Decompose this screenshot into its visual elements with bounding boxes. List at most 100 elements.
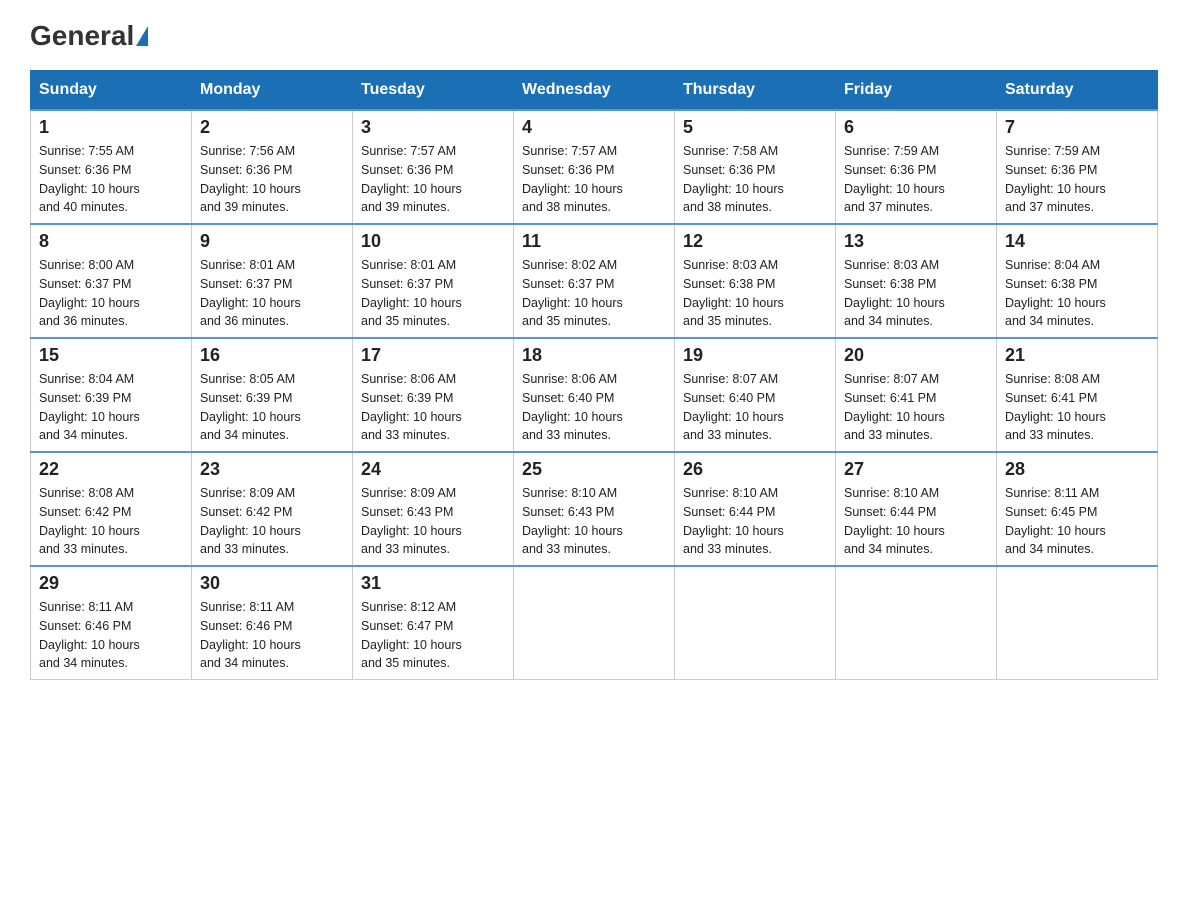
day-cell-18: 18 Sunrise: 8:06 AMSunset: 6:40 PMDayligh… bbox=[514, 338, 675, 452]
day-info: Sunrise: 8:01 AMSunset: 6:37 PMDaylight:… bbox=[200, 256, 344, 331]
day-number: 31 bbox=[361, 573, 505, 594]
header-monday: Monday bbox=[192, 71, 353, 111]
header-thursday: Thursday bbox=[675, 71, 836, 111]
day-number: 1 bbox=[39, 117, 183, 138]
day-number: 4 bbox=[522, 117, 666, 138]
day-info: Sunrise: 8:10 AMSunset: 6:44 PMDaylight:… bbox=[844, 484, 988, 559]
week-row-2: 8 Sunrise: 8:00 AMSunset: 6:37 PMDaylight… bbox=[31, 224, 1158, 338]
day-info: Sunrise: 8:04 AMSunset: 6:39 PMDaylight:… bbox=[39, 370, 183, 445]
day-cell-12: 12Sunrise: 8:03 AMSunset: 6:38 PMDayligh… bbox=[675, 224, 836, 338]
day-info: Sunrise: 7:59 AMSunset: 6:36 PMDaylight:… bbox=[844, 142, 988, 217]
day-cell-31: 31 Sunrise: 8:12 AMSunset: 6:47 PMDayligh… bbox=[353, 566, 514, 680]
logo: General bbox=[30, 20, 150, 50]
calendar-table: SundayMondayTuesdayWednesdayThursdayFrid… bbox=[30, 70, 1158, 680]
header-tuesday: Tuesday bbox=[353, 71, 514, 111]
day-cell-20: 20 Sunrise: 8:07 AMSunset: 6:41 PMDayligh… bbox=[836, 338, 997, 452]
day-cell-4: 4 Sunrise: 7:57 AMSunset: 6:36 PMDaylight… bbox=[514, 110, 675, 224]
day-number: 29 bbox=[39, 573, 183, 594]
week-row-3: 15 Sunrise: 8:04 AMSunset: 6:39 PMDayligh… bbox=[31, 338, 1158, 452]
day-number: 6 bbox=[844, 117, 988, 138]
page-header: General bbox=[30, 20, 1158, 50]
day-number: 10 bbox=[361, 231, 505, 252]
logo-triangle-icon bbox=[136, 26, 148, 46]
day-number: 19 bbox=[683, 345, 827, 366]
day-info: Sunrise: 7:56 AMSunset: 6:36 PMDaylight:… bbox=[200, 142, 344, 217]
day-cell-21: 21 Sunrise: 8:08 AMSunset: 6:41 PMDayligh… bbox=[997, 338, 1158, 452]
empty-cell bbox=[997, 566, 1158, 680]
day-number: 20 bbox=[844, 345, 988, 366]
day-number: 23 bbox=[200, 459, 344, 480]
day-cell-3: 3 Sunrise: 7:57 AMSunset: 6:36 PMDaylight… bbox=[353, 110, 514, 224]
day-number: 24 bbox=[361, 459, 505, 480]
day-number: 15 bbox=[39, 345, 183, 366]
day-number: 17 bbox=[361, 345, 505, 366]
day-cell-9: 9 Sunrise: 8:01 AMSunset: 6:37 PMDaylight… bbox=[192, 224, 353, 338]
day-cell-1: 1 Sunrise: 7:55 AMSunset: 6:36 PMDaylight… bbox=[31, 110, 192, 224]
day-number: 21 bbox=[1005, 345, 1149, 366]
empty-cell bbox=[836, 566, 997, 680]
day-number: 9 bbox=[200, 231, 344, 252]
day-number: 3 bbox=[361, 117, 505, 138]
day-cell-2: 2Sunrise: 7:56 AMSunset: 6:36 PMDaylight… bbox=[192, 110, 353, 224]
week-row-5: 29 Sunrise: 8:11 AMSunset: 6:46 PMDayligh… bbox=[31, 566, 1158, 680]
day-cell-7: 7Sunrise: 7:59 AMSunset: 6:36 PMDaylight… bbox=[997, 110, 1158, 224]
day-info: Sunrise: 8:08 AMSunset: 6:42 PMDaylight:… bbox=[39, 484, 183, 559]
day-info: Sunrise: 7:57 AMSunset: 6:36 PMDaylight:… bbox=[361, 142, 505, 217]
day-number: 11 bbox=[522, 231, 666, 252]
day-number: 26 bbox=[683, 459, 827, 480]
day-cell-25: 25Sunrise: 8:10 AMSunset: 6:43 PMDayligh… bbox=[514, 452, 675, 566]
logo-general-text: General bbox=[30, 20, 134, 52]
day-cell-10: 10 Sunrise: 8:01 AMSunset: 6:37 PMDayligh… bbox=[353, 224, 514, 338]
header-sunday: Sunday bbox=[31, 71, 192, 111]
calendar-header-row: SundayMondayTuesdayWednesdayThursdayFrid… bbox=[31, 71, 1158, 111]
day-number: 14 bbox=[1005, 231, 1149, 252]
day-info: Sunrise: 8:10 AMSunset: 6:43 PMDaylight:… bbox=[522, 484, 666, 559]
day-info: Sunrise: 8:05 AMSunset: 6:39 PMDaylight:… bbox=[200, 370, 344, 445]
day-info: Sunrise: 8:11 AMSunset: 6:46 PMDaylight:… bbox=[200, 598, 344, 673]
day-info: Sunrise: 8:12 AMSunset: 6:47 PMDaylight:… bbox=[361, 598, 505, 673]
day-info: Sunrise: 8:06 AMSunset: 6:40 PMDaylight:… bbox=[522, 370, 666, 445]
day-cell-23: 23Sunrise: 8:09 AMSunset: 6:42 PMDayligh… bbox=[192, 452, 353, 566]
day-cell-27: 27Sunrise: 8:10 AMSunset: 6:44 PMDayligh… bbox=[836, 452, 997, 566]
empty-cell bbox=[514, 566, 675, 680]
day-number: 13 bbox=[844, 231, 988, 252]
day-cell-29: 29 Sunrise: 8:11 AMSunset: 6:46 PMDayligh… bbox=[31, 566, 192, 680]
day-cell-17: 17 Sunrise: 8:06 AMSunset: 6:39 PMDayligh… bbox=[353, 338, 514, 452]
day-cell-30: 30Sunrise: 8:11 AMSunset: 6:46 PMDayligh… bbox=[192, 566, 353, 680]
day-info: Sunrise: 8:10 AMSunset: 6:44 PMDaylight:… bbox=[683, 484, 827, 559]
day-number: 22 bbox=[39, 459, 183, 480]
day-info: Sunrise: 7:57 AMSunset: 6:36 PMDaylight:… bbox=[522, 142, 666, 217]
day-cell-22: 22 Sunrise: 8:08 AMSunset: 6:42 PMDayligh… bbox=[31, 452, 192, 566]
week-row-1: 1 Sunrise: 7:55 AMSunset: 6:36 PMDaylight… bbox=[31, 110, 1158, 224]
day-info: Sunrise: 8:11 AMSunset: 6:45 PMDaylight:… bbox=[1005, 484, 1149, 559]
day-cell-11: 11 Sunrise: 8:02 AMSunset: 6:37 PMDayligh… bbox=[514, 224, 675, 338]
day-info: Sunrise: 8:04 AMSunset: 6:38 PMDaylight:… bbox=[1005, 256, 1149, 331]
day-info: Sunrise: 8:08 AMSunset: 6:41 PMDaylight:… bbox=[1005, 370, 1149, 445]
day-number: 5 bbox=[683, 117, 827, 138]
day-info: Sunrise: 7:55 AMSunset: 6:36 PMDaylight:… bbox=[39, 142, 183, 217]
day-cell-5: 5 Sunrise: 7:58 AMSunset: 6:36 PMDaylight… bbox=[675, 110, 836, 224]
day-cell-6: 6 Sunrise: 7:59 AMSunset: 6:36 PMDaylight… bbox=[836, 110, 997, 224]
day-number: 18 bbox=[522, 345, 666, 366]
day-number: 28 bbox=[1005, 459, 1149, 480]
day-info: Sunrise: 7:58 AMSunset: 6:36 PMDaylight:… bbox=[683, 142, 827, 217]
day-info: Sunrise: 8:00 AMSunset: 6:37 PMDaylight:… bbox=[39, 256, 183, 331]
week-row-4: 22 Sunrise: 8:08 AMSunset: 6:42 PMDayligh… bbox=[31, 452, 1158, 566]
day-info: Sunrise: 8:06 AMSunset: 6:39 PMDaylight:… bbox=[361, 370, 505, 445]
day-number: 7 bbox=[1005, 117, 1149, 138]
day-cell-15: 15 Sunrise: 8:04 AMSunset: 6:39 PMDayligh… bbox=[31, 338, 192, 452]
header-friday: Friday bbox=[836, 71, 997, 111]
day-info: Sunrise: 8:11 AMSunset: 6:46 PMDaylight:… bbox=[39, 598, 183, 673]
header-wednesday: Wednesday bbox=[514, 71, 675, 111]
day-cell-26: 26 Sunrise: 8:10 AMSunset: 6:44 PMDayligh… bbox=[675, 452, 836, 566]
day-number: 8 bbox=[39, 231, 183, 252]
day-cell-28: 28 Sunrise: 8:11 AMSunset: 6:45 PMDayligh… bbox=[997, 452, 1158, 566]
day-info: Sunrise: 8:07 AMSunset: 6:41 PMDaylight:… bbox=[844, 370, 988, 445]
day-cell-8: 8 Sunrise: 8:00 AMSunset: 6:37 PMDaylight… bbox=[31, 224, 192, 338]
header-saturday: Saturday bbox=[997, 71, 1158, 111]
day-info: Sunrise: 8:01 AMSunset: 6:37 PMDaylight:… bbox=[361, 256, 505, 331]
day-number: 12 bbox=[683, 231, 827, 252]
day-cell-24: 24Sunrise: 8:09 AMSunset: 6:43 PMDayligh… bbox=[353, 452, 514, 566]
day-info: Sunrise: 8:02 AMSunset: 6:37 PMDaylight:… bbox=[522, 256, 666, 331]
day-number: 16 bbox=[200, 345, 344, 366]
